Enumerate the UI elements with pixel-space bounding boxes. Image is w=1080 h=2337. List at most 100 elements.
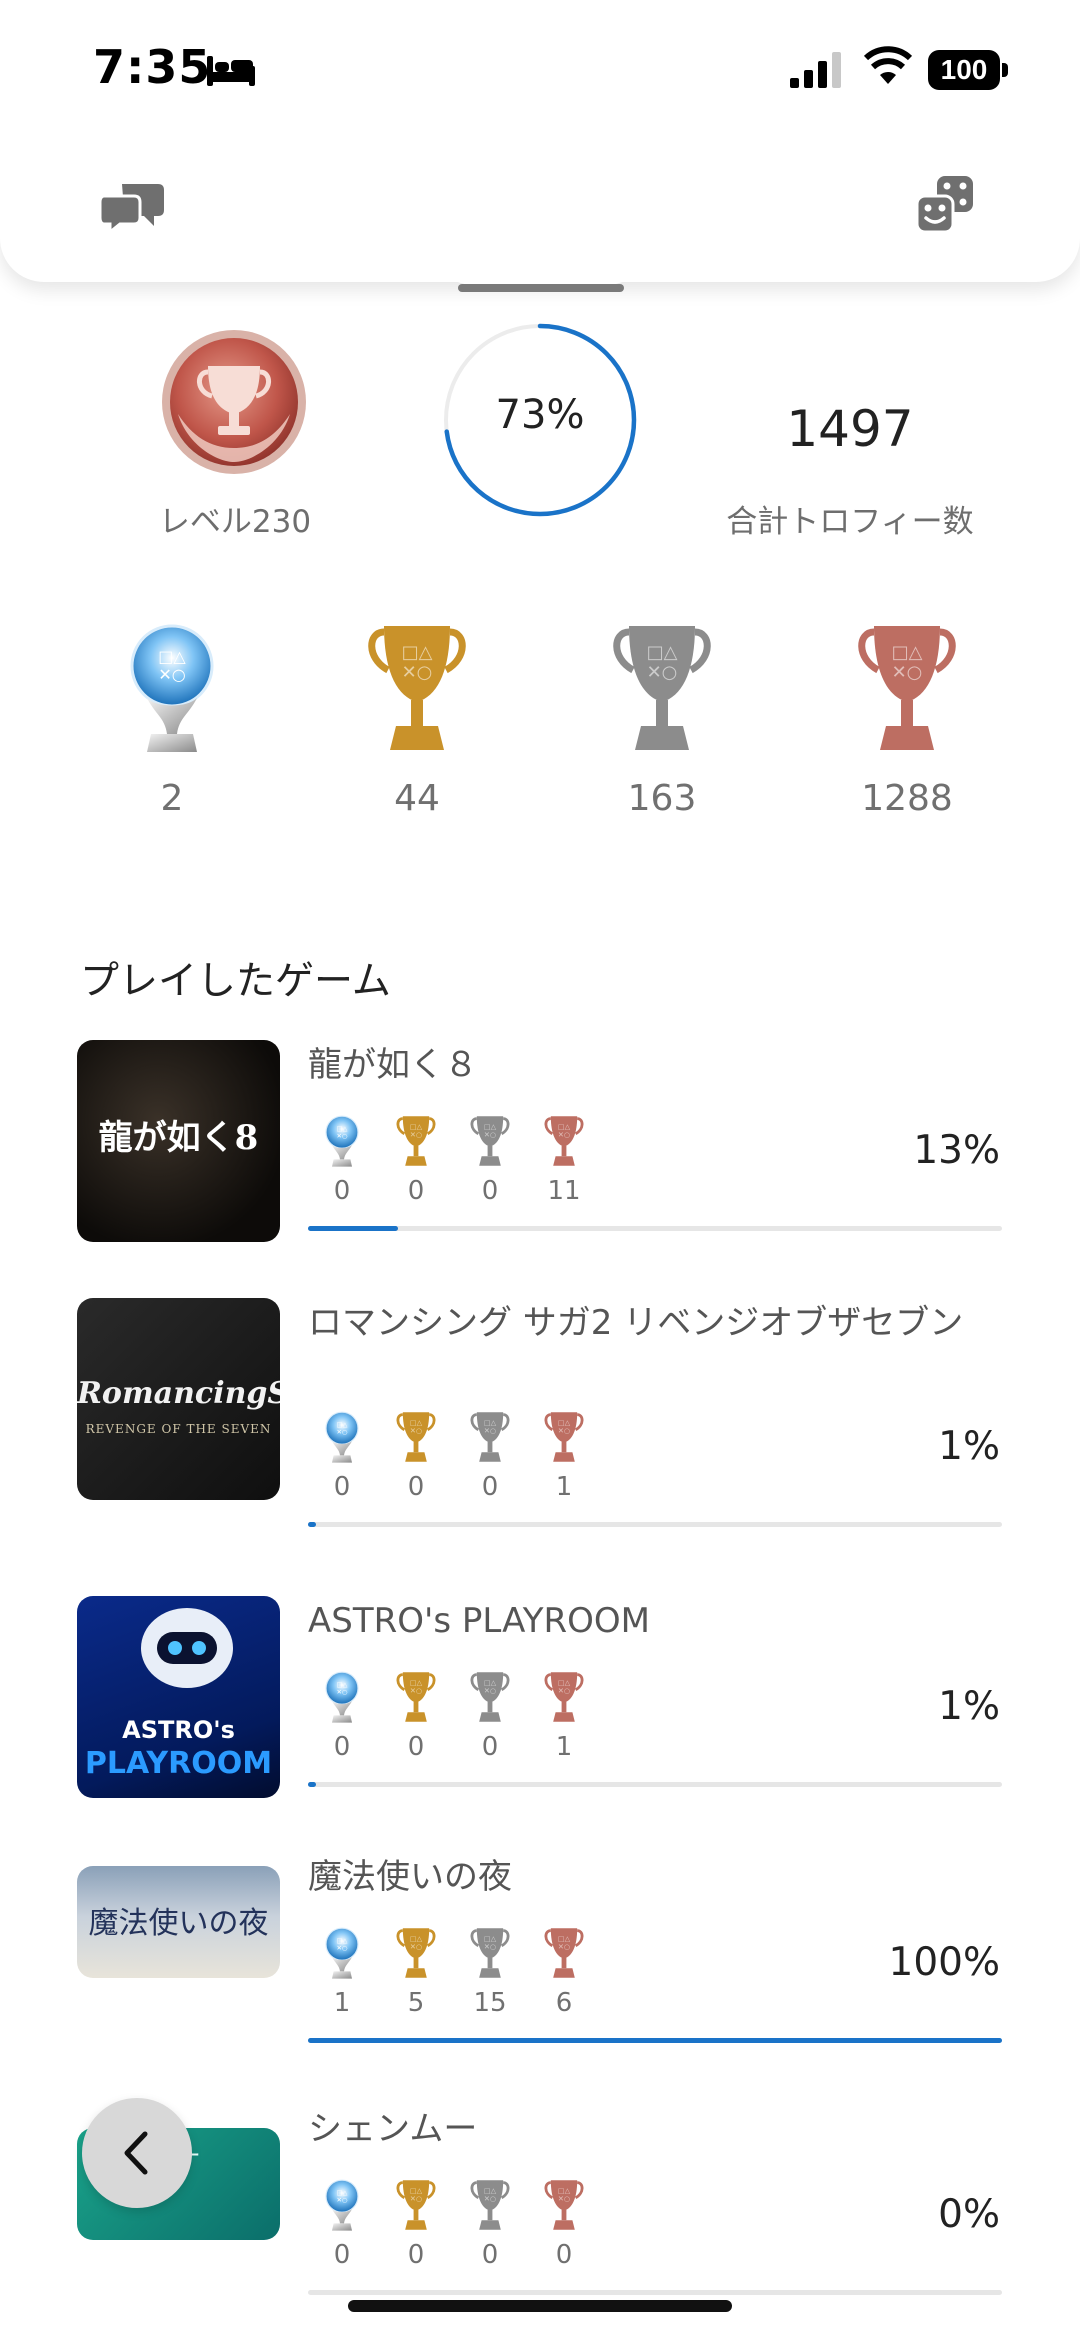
bronze-trophy-icon bbox=[542, 1112, 586, 1170]
bronze-count: 1 bbox=[555, 1472, 573, 1502]
silver-trophy-icon bbox=[468, 1924, 512, 1982]
astro-bot-illustration bbox=[141, 1608, 233, 1688]
game-list-item[interactable]: ASTRO's PLAYROOM ASTRO's PLAYROOM 0 0 0 1 1% bbox=[0, 1596, 1080, 1836]
silver-trophy-icon bbox=[468, 2176, 512, 2234]
silver-count: 163 bbox=[627, 778, 697, 819]
bronze-count: 11 bbox=[547, 1176, 581, 1206]
gold-count: 0 bbox=[407, 1176, 425, 1206]
level-label: レベル230 bbox=[158, 504, 312, 540]
gold-count: 0 bbox=[407, 1732, 425, 1762]
game-thumbnail-text: ASTRO's bbox=[122, 1716, 235, 1744]
game-thumbnail-subtext: REVENGE OF THE SEVEN bbox=[85, 1422, 272, 1436]
game-thumbnail-text: RomancingSaGa bbox=[77, 1376, 280, 1411]
bronze-trophy-icon bbox=[542, 1924, 586, 1982]
bronze-count: 1 bbox=[555, 1732, 573, 1762]
game-completion-percent: 1% bbox=[938, 1424, 1000, 1469]
trophy-summary-screen: 7:35 100 レベル230 73% 1497 合計トロフィー数 2 44 1… bbox=[0, 0, 1080, 2337]
game-thumbnail[interactable]: 龍が如く8 bbox=[77, 1040, 280, 1242]
game-list-item[interactable]: RomancingSaGa REVENGE OF THE SEVEN ロマンシング … bbox=[0, 1298, 1080, 1538]
status-bar: 7:35 100 bbox=[0, 0, 1080, 135]
total-trophy-label: 合計トロフィー数 bbox=[726, 504, 974, 540]
silver-count: 15 bbox=[473, 1988, 507, 2018]
game-progress-bar bbox=[308, 2290, 1002, 2295]
game-list-item[interactable]: 龍が如く8 龍が如く８ 0 0 0 11 13% bbox=[0, 1040, 1080, 1280]
silver-trophy-icon bbox=[468, 1112, 512, 1170]
bed-icon bbox=[207, 56, 255, 86]
bronze-count: 1288 bbox=[861, 778, 953, 819]
game-progress-bar bbox=[308, 1782, 1002, 1787]
platinum-trophy-icon bbox=[117, 618, 227, 758]
game-completion-percent: 0% bbox=[938, 2192, 1000, 2237]
chat-icon[interactable] bbox=[100, 178, 166, 234]
platinum-count: 2 bbox=[160, 778, 184, 819]
game-thumbnail[interactable]: 魔法使いの夜 bbox=[77, 1866, 280, 1978]
platinum-trophy-icon bbox=[320, 2176, 364, 2234]
game-progress-bar bbox=[308, 1226, 1002, 1231]
completion-percent: 73% bbox=[495, 392, 585, 438]
gold-count: 0 bbox=[407, 2240, 425, 2270]
game-completion-percent: 100% bbox=[888, 1940, 1001, 1985]
chevron-left-icon bbox=[124, 2131, 148, 2175]
platinum-trophy-icon bbox=[320, 1112, 364, 1170]
total-trophy-count: 1497 bbox=[786, 400, 914, 458]
game-list-item[interactable]: 魔法使いの夜 魔法使いの夜 1 5 15 6 100% bbox=[0, 1852, 1080, 2092]
gold-trophy-icon bbox=[394, 1668, 438, 1726]
gold-count: 5 bbox=[407, 1988, 425, 2018]
game-progress-bar bbox=[308, 2038, 1002, 2043]
game-thumbnail[interactable]: ASTRO's PLAYROOM bbox=[77, 1596, 280, 1798]
gold-trophy-icon bbox=[394, 1408, 438, 1466]
game-progress-fill bbox=[308, 1226, 399, 1231]
platinum-count: 1 bbox=[333, 1988, 351, 2018]
signal-icon bbox=[790, 52, 841, 88]
platinum-count: 0 bbox=[333, 2240, 351, 2270]
platinum-count: 0 bbox=[333, 1176, 351, 1206]
silver-count: 0 bbox=[481, 2240, 499, 2270]
gold-count: 0 bbox=[407, 1472, 425, 1502]
game-thumbnail-text: 龍が如く8 bbox=[98, 1118, 259, 1158]
bronze-trophy-icon bbox=[542, 1408, 586, 1466]
bronze-trophy-icon bbox=[542, 2176, 586, 2234]
game-thumbnail[interactable]: RomancingSaGa REVENGE OF THE SEVEN bbox=[77, 1298, 280, 1500]
battery-icon: 100 bbox=[928, 50, 1008, 90]
bronze-count: 0 bbox=[555, 2240, 573, 2270]
silver-count: 0 bbox=[481, 1732, 499, 1762]
bronze-trophy-icon bbox=[852, 618, 962, 758]
game-progress-fill bbox=[308, 2038, 1002, 2043]
gold-count: 44 bbox=[394, 778, 440, 819]
gold-trophy-icon bbox=[394, 2176, 438, 2234]
game-title: シェンムー bbox=[308, 2109, 478, 2149]
game-progress-fill bbox=[308, 1782, 316, 1787]
silver-trophy-icon bbox=[468, 1668, 512, 1726]
sheet-notch bbox=[400, 266, 680, 286]
bronze-trophy-icon bbox=[542, 1668, 586, 1726]
game-completion-percent: 1% bbox=[938, 1684, 1000, 1729]
section-title-played-games: プレイしたゲーム bbox=[80, 959, 391, 1004]
battery-level: 100 bbox=[928, 50, 1000, 90]
back-button[interactable] bbox=[82, 2098, 192, 2208]
game-title: ロマンシング サガ2 リベンジオブザセブン bbox=[308, 1303, 964, 1343]
dice-icon[interactable] bbox=[915, 174, 975, 234]
game-title: ASTRO's PLAYROOM bbox=[308, 1601, 650, 1641]
platinum-trophy-icon bbox=[320, 1408, 364, 1466]
platinum-trophy-icon bbox=[320, 1668, 364, 1726]
game-progress-bar bbox=[308, 1522, 1002, 1527]
game-thumbnail-subtext: PLAYROOM bbox=[84, 1746, 273, 1781]
game-completion-percent: 13% bbox=[913, 1128, 1000, 1173]
game-title: 魔法使いの夜 bbox=[308, 1857, 512, 1897]
wifi-icon bbox=[863, 46, 913, 84]
gold-trophy-icon bbox=[394, 1112, 438, 1170]
gold-trophy-icon bbox=[362, 618, 472, 758]
home-indicator bbox=[348, 2300, 732, 2312]
game-thumbnail-text: 魔法使いの夜 bbox=[88, 1906, 269, 1941]
game-progress-fill bbox=[308, 1522, 316, 1527]
platinum-trophy-icon bbox=[320, 1924, 364, 1982]
level-badge-icon bbox=[162, 330, 306, 474]
platinum-count: 0 bbox=[333, 1732, 351, 1762]
gold-trophy-icon bbox=[394, 1924, 438, 1982]
silver-count: 0 bbox=[481, 1472, 499, 1502]
sheet-drag-handle[interactable] bbox=[458, 284, 624, 292]
bronze-count: 6 bbox=[555, 1988, 573, 2018]
silver-count: 0 bbox=[481, 1176, 499, 1206]
status-time: 7:35 bbox=[93, 40, 212, 94]
silver-trophy-icon bbox=[468, 1408, 512, 1466]
